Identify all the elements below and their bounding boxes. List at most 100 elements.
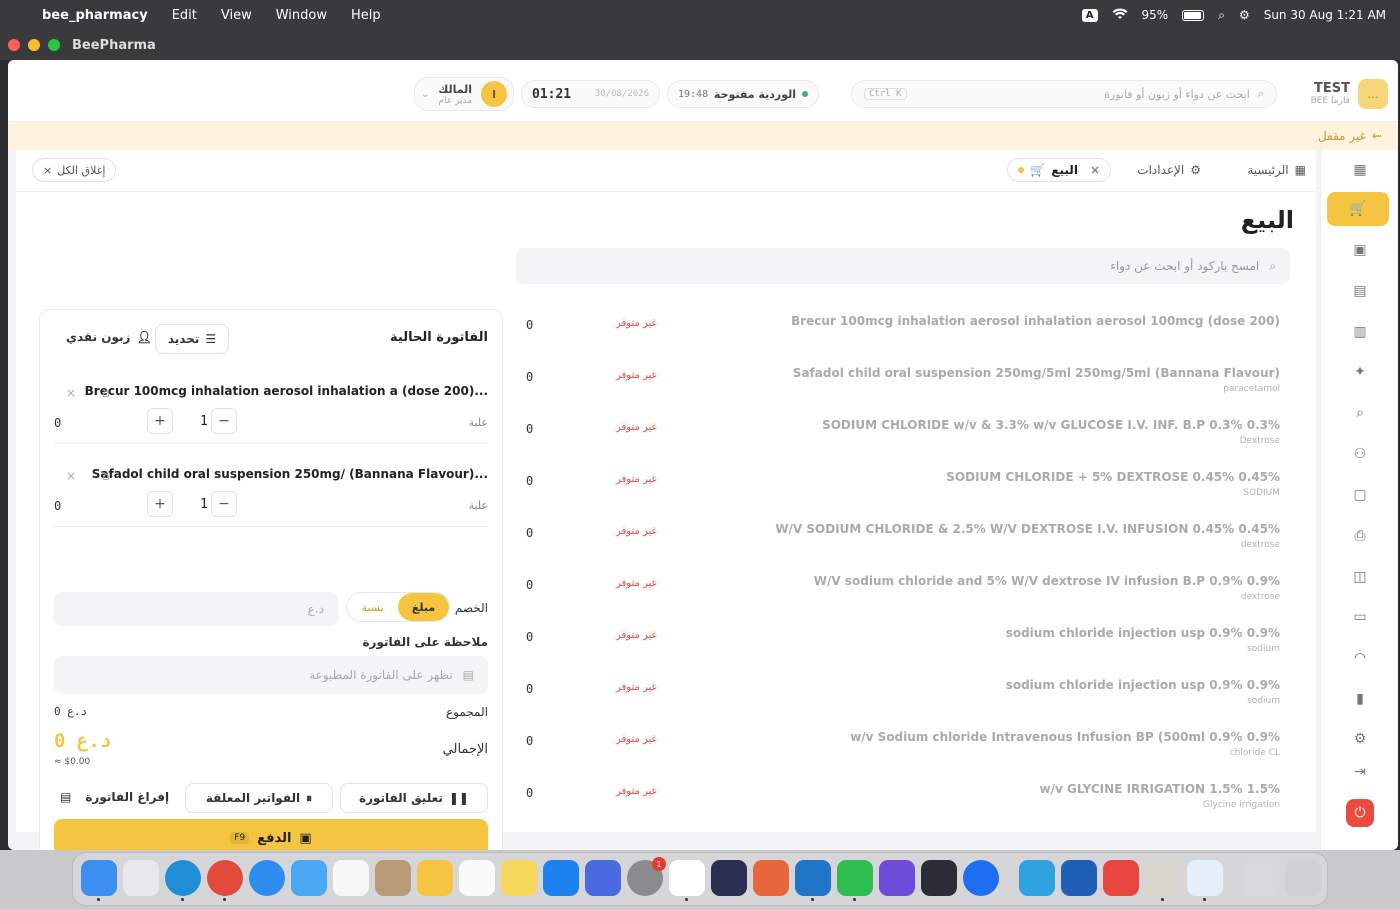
list-item[interactable]: SODIUM CHLORIDE + 5% DEXTROSE 0.45% 0.45…: [516, 462, 1290, 514]
sidebar-item-suppliers[interactable]: ◫: [1342, 563, 1378, 591]
shift-status[interactable]: 19:48 الوردية مفتوحة: [667, 80, 819, 108]
remove-item-icon[interactable]: ×: [66, 469, 76, 483]
spotlight-icon[interactable]: ⌕: [1218, 8, 1225, 23]
contacts-icon[interactable]: [375, 860, 411, 896]
close-tab-icon[interactable]: ×: [1090, 163, 1100, 177]
product-search[interactable]: امسح باركود أو ابحث عن دواء ⌕: [516, 248, 1290, 284]
pay-button[interactable]: F9 الدفع ▣: [54, 819, 488, 850]
input-source-icon[interactable]: A: [1081, 8, 1098, 22]
sidebar-item-printer[interactable]: ⎙: [1342, 522, 1378, 550]
notes-icon[interactable]: [501, 860, 537, 896]
list-item[interactable]: w/v GLYCINE IRRIGATION 1.5% 1.5% Glycine…: [516, 774, 1290, 826]
vscode-icon[interactable]: [795, 860, 831, 901]
sidebar-item-reports[interactable]: ▭: [1342, 603, 1378, 631]
gemini-icon[interactable]: [711, 860, 747, 896]
canva-icon[interactable]: [879, 860, 915, 896]
list-item[interactable]: SODIUM CHLORIDE w/v & 3.3% w/v GLUCOSE I…: [516, 410, 1290, 462]
clear-invoice-button[interactable]: ▤ إفراغ الفاتورة: [60, 790, 169, 804]
sidebar-item-sale[interactable]: 🛒: [1327, 192, 1389, 226]
control-center-icon[interactable]: ⚙: [1239, 8, 1250, 22]
menu-help[interactable]: Help: [351, 8, 381, 23]
sidebar-item-purchases[interactable]: ▥: [1342, 318, 1378, 346]
menu-app-name[interactable]: bee_pharmacy: [42, 8, 148, 23]
list-item[interactable]: w/v Sodium chloride Intravenous Infusion…: [516, 722, 1290, 774]
discount-type-toggle[interactable]: نسبة مبلغ: [346, 592, 450, 622]
sidebar-item-customers[interactable]: ⚇: [1342, 440, 1378, 468]
tag-icon[interactable]: ⌂: [102, 386, 110, 400]
user-menu[interactable]: ⌄ المالك مدير عام I: [414, 77, 514, 111]
close-all-tabs-button[interactable]: × إغلاق الكل: [32, 158, 117, 182]
wifi-icon[interactable]: [1112, 8, 1128, 23]
list-item[interactable]: W/V SODIUM CHLORIDE & 2.5% W/V DEXTROSE …: [516, 514, 1290, 566]
minimize-window-button[interactable]: [28, 39, 40, 51]
proxyman-icon[interactable]: [963, 860, 999, 896]
decrease-qty-button[interactable]: −: [211, 408, 237, 434]
tab-sale[interactable]: 🛒 البيع ×: [1007, 158, 1111, 182]
battery-icon[interactable]: [1182, 9, 1205, 21]
mail-icon[interactable]: [291, 860, 327, 896]
reminders-icon[interactable]: [459, 860, 495, 896]
launchpad-icon[interactable]: [123, 860, 159, 896]
item-qty[interactable]: 1: [200, 414, 208, 429]
simulator-icon[interactable]: [585, 860, 621, 896]
list-item[interactable]: sodium chloride injection usp 0.9% 0.9% …: [516, 670, 1290, 722]
sidebar-item-analytics[interactable]: ▮: [1342, 685, 1378, 713]
list-item[interactable]: sodium chloride injection usp 0.9% 0.9% …: [516, 618, 1290, 670]
list-item[interactable]: Safadol child oral suspension 250mg/5ml …: [516, 358, 1290, 410]
discount-amount-option[interactable]: مبلغ: [398, 593, 449, 621]
photos-icon[interactable]: [333, 860, 369, 896]
suspended-invoices-button[interactable]: الفواتير المعلقة ⏸︎: [185, 783, 333, 813]
suspend-invoice-button[interactable]: تعليق الفاتورة ❚❚: [340, 783, 488, 813]
sidebar-item-logout[interactable]: ⇥: [1342, 758, 1378, 786]
menu-clock[interactable]: Sun 30 Aug 1:21 AM: [1264, 8, 1386, 22]
system-settings-icon[interactable]: 1: [627, 857, 666, 896]
telegram-icon[interactable]: [1019, 860, 1055, 896]
tab-settings[interactable]: الإعدادات ⚙: [1137, 158, 1201, 182]
sidebar-item-accessibility[interactable]: ✦: [1342, 358, 1378, 386]
music-folder-icon[interactable]: [1243, 860, 1279, 896]
sidebar-item-medicines[interactable]: ▣: [1342, 236, 1378, 264]
global-search-input[interactable]: ابحث عن دواء أو زبون أو فاتورة: [1104, 88, 1250, 101]
sidebar-item-wallet[interactable]: ▢: [1342, 481, 1378, 509]
note-input[interactable]: تظهر على الفاتورة المطبوعة ▤: [54, 656, 488, 694]
zoom-window-button[interactable]: [48, 39, 60, 51]
chatgpt-icon[interactable]: [669, 860, 705, 901]
menu-view[interactable]: View: [221, 8, 252, 23]
sidebar-item-dashboard[interactable]: ▦: [1342, 156, 1378, 184]
chrome-icon[interactable]: [207, 860, 243, 901]
davinci-icon[interactable]: [921, 860, 957, 896]
remove-item-icon[interactable]: ×: [66, 386, 76, 400]
discount-percent-option[interactable]: نسبة: [347, 593, 398, 621]
list-item[interactable]: W/V sodium chloride and 5% W/V dextrose …: [516, 566, 1290, 618]
tab-home[interactable]: الرئيسية ▦: [1247, 158, 1306, 182]
sidebar-item-inventory[interactable]: ▤: [1342, 277, 1378, 305]
menu-window[interactable]: Window: [276, 8, 327, 23]
tag-icon[interactable]: ⌂: [102, 469, 110, 483]
whatsapp-icon[interactable]: [837, 860, 873, 901]
decrease-qty-button[interactable]: −: [211, 491, 237, 517]
bee-app-icon[interactable]: [1145, 860, 1181, 901]
edge-icon[interactable]: [165, 860, 201, 901]
increase-qty-button[interactable]: +: [147, 408, 173, 434]
product-search-input[interactable]: امسح باركود أو ابحث عن دواء: [1110, 259, 1259, 273]
flutter-icon[interactable]: [1187, 860, 1223, 901]
menu-edit[interactable]: Edit: [172, 8, 197, 23]
select-button[interactable]: تحديد ☰: [155, 324, 229, 354]
power-button[interactable]: ⏻: [1346, 799, 1374, 827]
customer-selector[interactable]: زبون نقدي 👤︎: [66, 330, 152, 344]
increase-qty-button[interactable]: +: [147, 491, 173, 517]
trash-icon[interactable]: [1285, 860, 1321, 896]
app-store-icon[interactable]: [543, 860, 579, 896]
discount-input[interactable]: د.ع: [54, 592, 338, 626]
sidebar-item-search[interactable]: ⌕: [1342, 399, 1378, 427]
global-search[interactable]: Ctrl K ابحث عن دواء أو زبون أو فاتورة ⌕: [851, 80, 1277, 108]
rocket-app-icon[interactable]: [1103, 860, 1139, 896]
sidebar-item-settings[interactable]: ⚙: [1342, 725, 1378, 753]
close-window-button[interactable]: [8, 39, 20, 51]
safari-icon[interactable]: [249, 860, 285, 896]
finder-icon[interactable]: [81, 860, 117, 901]
xcode-icon[interactable]: [1061, 860, 1097, 896]
claude-icon[interactable]: [753, 860, 789, 896]
bee-pharmacy-icon[interactable]: [417, 860, 453, 896]
item-qty[interactable]: 1: [200, 497, 208, 512]
